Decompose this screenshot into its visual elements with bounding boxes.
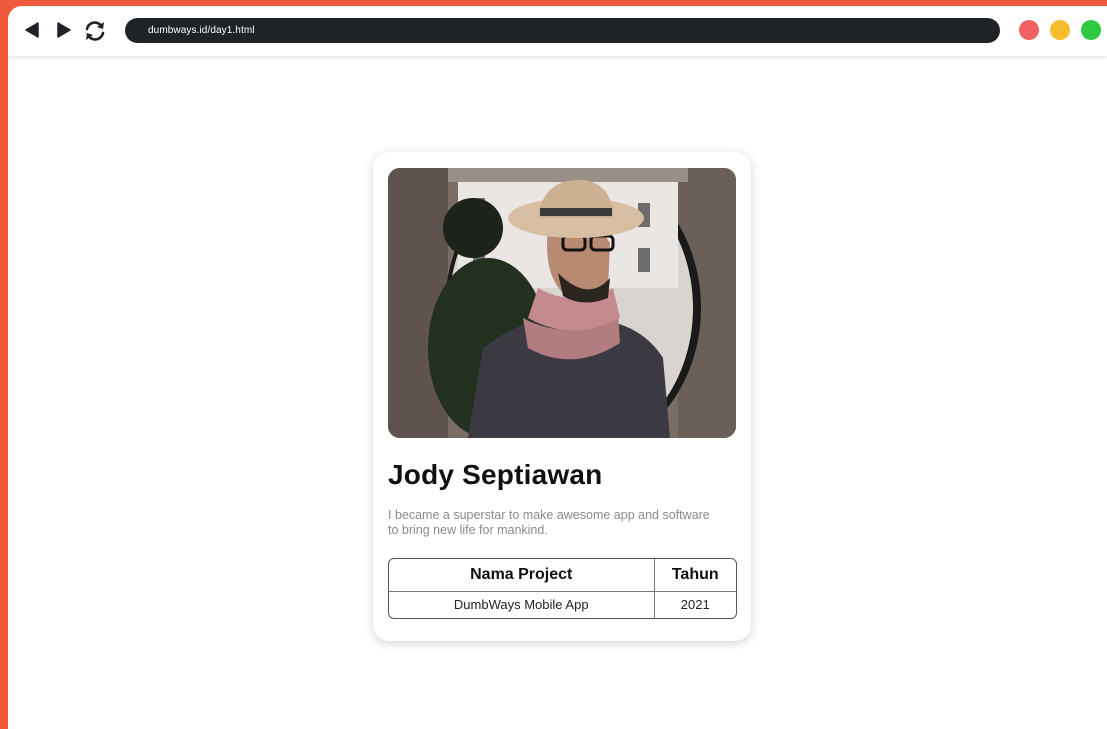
back-button[interactable] <box>22 19 42 41</box>
profile-photo <box>388 168 736 438</box>
project-table: Nama Project Tahun DumbWays Mobile App 2… <box>388 558 737 619</box>
minimize-window-button[interactable] <box>1050 20 1070 40</box>
address-bar[interactable]: dumbways.id/day1.html <box>125 18 1000 43</box>
profile-card: Jody Septiawan I became a superstar to m… <box>373 152 751 641</box>
forward-arrow-icon <box>57 22 71 38</box>
column-header-project: Nama Project <box>389 559 655 592</box>
browser-toolbar: dumbways.id/day1.html <box>8 6 1107 56</box>
reload-icon <box>85 21 105 41</box>
forward-button[interactable] <box>54 19 74 41</box>
profile-bio: I became a superstar to make awesome app… <box>388 508 710 537</box>
reload-button[interactable] <box>82 18 108 44</box>
column-header-year: Tahun <box>654 559 736 592</box>
project-name-cell: DumbWays Mobile App <box>389 591 655 618</box>
url-text: dumbways.id/day1.html <box>148 25 255 36</box>
close-window-button[interactable] <box>1019 20 1039 40</box>
back-arrow-icon <box>25 22 39 38</box>
browser-window: dumbways.id/day1.html Jody Septiawan I b… <box>8 6 1107 729</box>
maximize-window-button[interactable] <box>1081 20 1101 40</box>
table-row: DumbWays Mobile App 2021 <box>389 591 736 618</box>
profile-name: Jody Septiawan <box>388 459 603 490</box>
project-year-cell: 2021 <box>680 597 710 613</box>
